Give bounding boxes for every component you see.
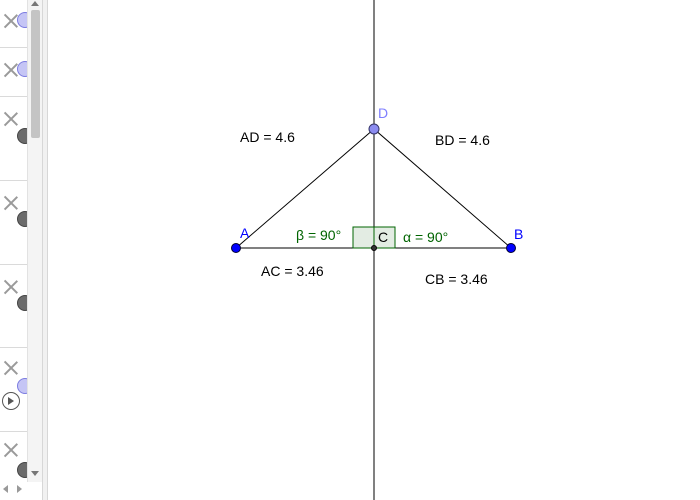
algebra-panel [0, 0, 33, 500]
measure-cb[interactable]: CB = 3.46 [425, 271, 488, 287]
close-icon[interactable] [4, 361, 18, 375]
angle-beta-label[interactable]: β = 90° [296, 227, 341, 243]
scroll-left-icon[interactable] [3, 485, 8, 493]
algebra-row[interactable] [0, 180, 33, 265]
close-icon[interactable] [4, 443, 18, 457]
point-b[interactable] [506, 243, 516, 253]
algebra-row[interactable] [0, 96, 33, 181]
angle-alpha-label[interactable]: α = 90° [403, 229, 448, 245]
algebra-scrollbar[interactable] [27, 0, 42, 482]
scroll-down-icon[interactable] [31, 471, 39, 476]
point-b-label[interactable]: B [514, 226, 523, 242]
close-icon[interactable] [4, 14, 18, 28]
scroll-thumb[interactable] [31, 10, 40, 138]
measure-ac[interactable]: AC = 3.46 [261, 263, 324, 279]
point-a[interactable] [231, 243, 241, 253]
angle-beta-marker[interactable] [352, 226, 375, 249]
close-icon[interactable] [4, 63, 18, 77]
scroll-up-icon[interactable] [31, 1, 39, 6]
algebra-row[interactable] [0, 47, 33, 97]
point-c-label[interactable]: C [378, 229, 388, 245]
panel-divider[interactable] [42, 0, 48, 500]
play-animation-button[interactable] [2, 392, 20, 410]
close-icon[interactable] [4, 112, 18, 126]
algebra-row[interactable] [0, 0, 33, 48]
point-c[interactable] [371, 245, 377, 251]
close-icon[interactable] [4, 196, 18, 210]
graphics-view[interactable]: β = 90° α = 90° AD = 4.6 BD = 4.6 AC = 3… [0, 0, 700, 500]
point-d-label[interactable]: D [378, 105, 388, 121]
algebra-row[interactable] [0, 264, 33, 348]
scroll-right-icon[interactable] [17, 485, 22, 493]
point-d[interactable] [368, 123, 380, 135]
close-icon[interactable] [4, 280, 18, 294]
measure-ad[interactable]: AD = 4.6 [240, 129, 295, 145]
point-a-label[interactable]: A [240, 225, 250, 241]
geogebra-app: β = 90° α = 90° AD = 4.6 BD = 4.6 AC = 3… [0, 0, 700, 500]
algebra-row[interactable] [0, 347, 33, 432]
measure-bd[interactable]: BD = 4.6 [435, 132, 490, 148]
